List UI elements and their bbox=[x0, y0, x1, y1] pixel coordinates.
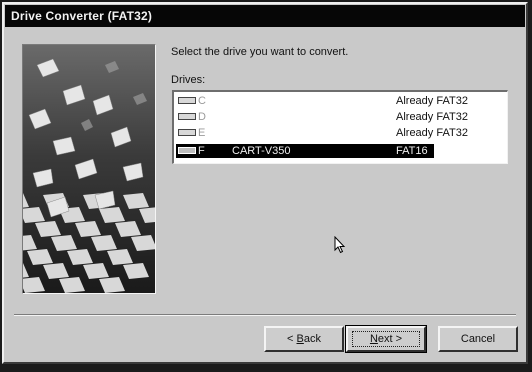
drive-converter-dialog: Drive Converter (FAT32) Select the drive… bbox=[2, 2, 528, 364]
drive-status: Already FAT32 bbox=[396, 127, 468, 139]
wizard-illustration bbox=[22, 44, 156, 294]
back-button-prefix: < bbox=[287, 333, 297, 345]
drives-listbox[interactable]: C Already FAT32 D Already FAT32 E Alread… bbox=[172, 90, 508, 164]
back-button-mnemonic: B bbox=[296, 333, 304, 345]
instruction-text: Select the drive you want to convert. bbox=[171, 46, 349, 58]
next-button[interactable]: Next > bbox=[345, 325, 427, 353]
focus-rectangle bbox=[352, 331, 420, 347]
drive-letter: D bbox=[198, 111, 206, 123]
drive-letter: C bbox=[198, 95, 206, 107]
drive-row-f[interactable]: F CART-V350 FAT16 bbox=[176, 144, 434, 158]
back-button-label: ack bbox=[303, 333, 321, 345]
drive-status: Already FAT32 bbox=[396, 95, 468, 107]
drive-volume-label: CART-V350 bbox=[232, 145, 291, 157]
window-title: Drive Converter (FAT32) bbox=[5, 5, 525, 27]
drive-row-e[interactable]: E Already FAT32 bbox=[176, 126, 468, 140]
drive-letter: F bbox=[198, 145, 205, 157]
drive-status: FAT16 bbox=[396, 145, 428, 157]
drive-status: Already FAT32 bbox=[396, 111, 468, 123]
button-separator bbox=[14, 314, 516, 316]
drive-row-d[interactable]: D Already FAT32 bbox=[176, 110, 468, 124]
drive-letter: E bbox=[198, 127, 206, 139]
cancel-button-label: Cancel bbox=[460, 333, 496, 345]
hard-drive-icon bbox=[178, 113, 196, 120]
tiles-illustration-icon bbox=[23, 45, 155, 293]
back-button[interactable]: < Back bbox=[264, 326, 344, 352]
mouse-pointer-icon bbox=[334, 235, 346, 257]
hard-drive-icon bbox=[178, 129, 196, 136]
drive-row-c[interactable]: C Already FAT32 bbox=[176, 94, 468, 108]
cancel-button[interactable]: Cancel bbox=[438, 326, 518, 352]
drives-label: Drives: bbox=[171, 74, 206, 86]
hard-drive-icon bbox=[178, 147, 196, 154]
hard-drive-icon bbox=[178, 97, 196, 104]
